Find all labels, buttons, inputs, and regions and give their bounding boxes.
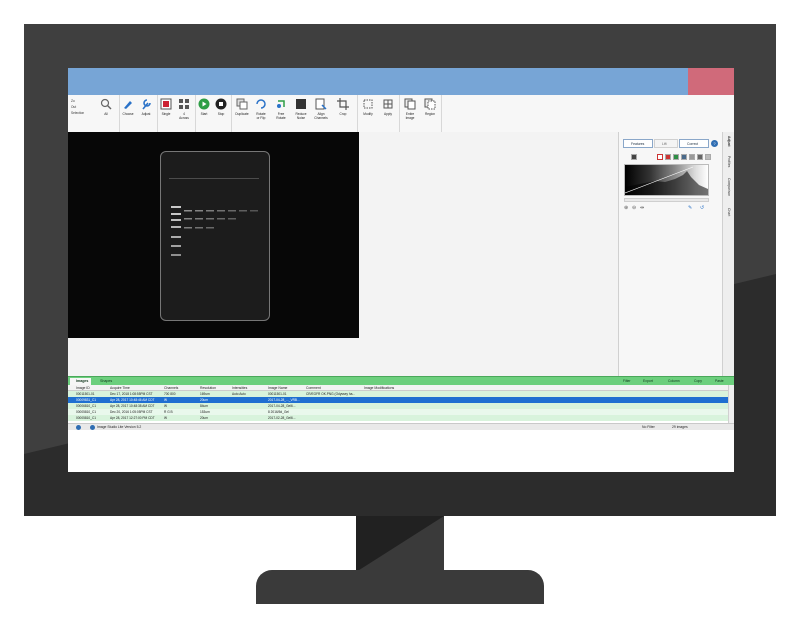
tab-features[interactable]: Features <box>623 139 653 148</box>
gel-image <box>160 151 270 321</box>
channel-dark-swatch[interactable] <box>697 154 703 160</box>
free-rotate-icon <box>277 100 285 108</box>
monitor-stand-base <box>256 570 544 604</box>
channel-light-swatch[interactable] <box>705 154 711 160</box>
gallery-toolbar: Images Shapes Filter Export Column Copy … <box>68 376 734 385</box>
region-label: Region <box>424 112 436 116</box>
duplicate-icon <box>236 98 248 110</box>
channel-green-swatch[interactable] <box>673 154 679 160</box>
side-tab-adjust[interactable]: Adjust <box>723 136 734 147</box>
close-button[interactable] <box>688 68 734 95</box>
apply-label: Apply <box>384 112 392 116</box>
copy-image-icon <box>404 98 416 110</box>
paste-button[interactable]: Paste <box>715 378 724 385</box>
side-tab-comparison[interactable]: Comparison <box>723 178 734 196</box>
title-bar <box>68 68 734 95</box>
tab-lift[interactable]: Lift <box>654 139 678 148</box>
zoom-selection-button[interactable]: Selection <box>71 110 97 116</box>
empty-area <box>68 430 734 472</box>
crop-label: Crop <box>339 112 347 116</box>
filter-button[interactable]: Filter <box>623 378 631 385</box>
table-cell: 2017-02-28_Gel6... <box>268 416 296 420</box>
channel-w-swatch[interactable] <box>631 154 637 160</box>
channel-red-swatch[interactable] <box>665 154 671 160</box>
intensity-histogram[interactable] <box>624 164 709 196</box>
monitor-stand-shadow <box>356 516 444 572</box>
apply-area-icon <box>383 99 393 109</box>
four-across-label: 4 Across <box>179 112 189 120</box>
rotate-flip-label: Rotate or Flip <box>256 112 266 120</box>
grid-icon <box>179 99 189 109</box>
table-row[interactable]: 00005810_C1 Apr 28, 2017 12:27:00 PM CDT W… <box>68 415 728 421</box>
table-scrollbar[interactable] <box>728 385 734 423</box>
channel-red-outline-swatch[interactable] <box>657 154 663 160</box>
gel-image-viewer[interactable] <box>68 132 359 338</box>
histogram-range-slider[interactable] <box>624 198 709 202</box>
align-channels-label: Align Channels <box>314 112 328 120</box>
noise-icon <box>296 99 306 109</box>
column-button[interactable]: Column <box>668 378 680 385</box>
zoom-options: Zo Out Selection <box>71 98 97 116</box>
eyedropper-icon[interactable]: ✎ <box>688 204 692 212</box>
table-cell: 00005810_C1 <box>76 416 97 420</box>
tab-correct[interactable]: Correct <box>679 139 709 148</box>
export-button[interactable]: Export <box>643 378 653 385</box>
zoom-out-icon[interactable]: ⊖ <box>632 204 636 212</box>
magnifier-icon <box>100 98 112 110</box>
channel-blue-swatch[interactable] <box>681 154 687 160</box>
reduce-noise-label: Reduce Noise <box>295 112 307 120</box>
app-window: Zo Out Selection All Zoom Choose <box>68 68 734 472</box>
scene: Zo Out Selection All Zoom Choose <box>0 0 800 624</box>
reset-icon[interactable]: ↺ <box>700 204 704 212</box>
gel-bands <box>169 178 259 256</box>
table-cell: W <box>164 416 168 420</box>
tab-images[interactable]: Images <box>70 378 92 385</box>
channel-gray-swatch[interactable] <box>689 154 695 160</box>
tab-shapes[interactable]: Shapes <box>94 378 115 385</box>
modify-area-icon <box>363 99 373 109</box>
copy-button[interactable]: Copy <box>694 378 702 385</box>
eyedropper-icon <box>124 101 132 109</box>
stop-icon <box>215 98 227 110</box>
image-table: Image ID Acquire Time Channels Resolutio… <box>68 385 728 423</box>
table-cell: Apr 28, 2017 12:27:00 PM CDT <box>110 416 155 420</box>
stop-label: Stop <box>217 112 225 116</box>
channel-swatches <box>625 153 711 161</box>
free-rotate-label: Free Rotate <box>276 112 286 120</box>
rotate-icon <box>256 99 266 109</box>
modify-label: Modify <box>363 112 373 116</box>
entire-image-label: Entire Image <box>405 112 415 120</box>
adjust-label: Adjust <box>141 112 151 116</box>
fit-range-icon[interactable]: ⇹ <box>640 204 644 212</box>
histogram-tools: ⊕ ⊖ ⇹ ✎ ↺ <box>624 204 710 212</box>
histogram-curve <box>624 166 708 195</box>
adjust-panel: Features Lift Correct ? ⊕ ⊖ ⇹ ✎ ↺ <box>618 132 722 378</box>
side-tab-profiles[interactable]: Profiles <box>723 156 734 167</box>
single-view-icon <box>160 98 172 110</box>
zoom-all-label: All <box>104 112 108 116</box>
side-tab-chart[interactable]: Chart <box>723 208 734 216</box>
wrench-icon <box>142 99 151 110</box>
help-icon[interactable]: ? <box>711 140 718 147</box>
play-icon <box>198 98 210 110</box>
table-cell: 20um <box>200 416 208 420</box>
status-bar: Image Studio Lite Version 5.2 No Filter … <box>68 423 734 430</box>
crop-icon <box>337 98 349 110</box>
side-tab-strip: Adjust Profiles Comparison Chart <box>722 132 734 378</box>
zoom-in-icon[interactable]: ⊕ <box>624 204 628 212</box>
copy-region-icon <box>424 98 436 110</box>
align-icon <box>315 98 327 110</box>
